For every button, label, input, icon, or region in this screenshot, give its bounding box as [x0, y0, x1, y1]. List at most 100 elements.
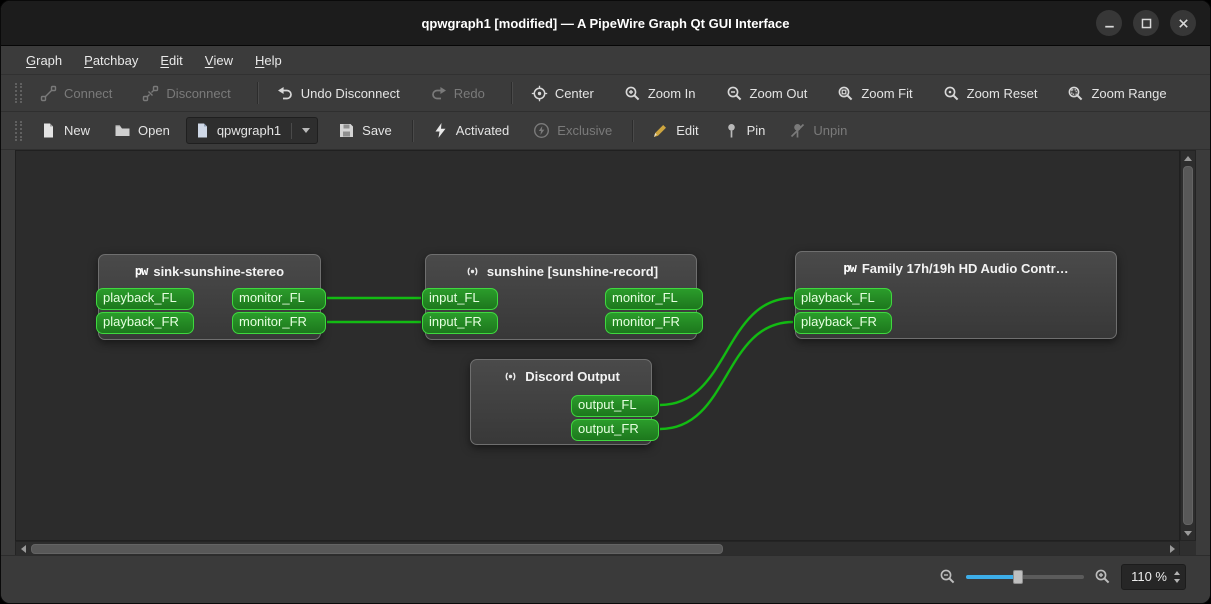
- new-button[interactable]: New: [32, 117, 98, 144]
- loudspeaker-icon: [505, 371, 516, 381]
- scroll-right-arrow[interactable]: [1165, 542, 1179, 556]
- zoom-range-button[interactable]: Zoom Range: [1059, 80, 1174, 107]
- zoom-out-icon: [940, 569, 955, 584]
- zoom-fit-icon: [838, 86, 853, 100]
- redo-icon: [431, 86, 446, 99]
- open-folder-icon: [115, 125, 130, 136]
- zoom-in-icon: [625, 86, 640, 100]
- toolbar-separator: [632, 119, 635, 142]
- vertical-scroll-thumb[interactable]: [1183, 166, 1193, 525]
- session-combo[interactable]: qpwgraph1: [185, 117, 319, 144]
- port-playback-fl[interactable]: playback_FL: [96, 288, 194, 310]
- close-button[interactable]: [1170, 10, 1196, 36]
- menu-graph[interactable]: Graph: [15, 46, 73, 74]
- port-monitor-fl[interactable]: monitor_FL: [605, 288, 703, 310]
- node-header: sunshine [sunshine-record]: [426, 255, 696, 287]
- graph-toolbar: Connect Disconnect Undo Disconnect Redo …: [1, 75, 1210, 112]
- port-output-fl[interactable]: output_FL: [571, 395, 659, 417]
- titlebar[interactable]: qpwgraph1 [modified] — A PipeWire Graph …: [1, 1, 1210, 46]
- redo-button[interactable]: Redo: [422, 80, 493, 107]
- connect-button[interactable]: Connect: [32, 80, 120, 107]
- window-title: qpwgraph1 [modified] — A PipeWire Graph …: [421, 15, 790, 31]
- node-family-hd-audio[interactable]: pw Family 17h/19h HD Audio Contr… playba…: [794, 251, 1117, 339]
- open-button[interactable]: Open: [106, 117, 178, 144]
- zoom-slider[interactable]: [966, 569, 1085, 585]
- pin-button[interactable]: Pin: [715, 117, 774, 144]
- zoom-spinbox[interactable]: 110 %: [1121, 563, 1186, 590]
- zoom-reset-icon: [944, 86, 958, 100]
- menu-help[interactable]: Help: [244, 46, 293, 74]
- port-input-fr[interactable]: input_FR: [422, 312, 498, 334]
- port-monitor-fr[interactable]: monitor_FR: [605, 312, 703, 334]
- undo-icon: [277, 86, 292, 99]
- menu-patchbay[interactable]: Patchbay: [73, 46, 149, 74]
- session-combo-value: qpwgraph1: [216, 123, 282, 138]
- toolbar-separator: [256, 82, 259, 104]
- node-discord-output[interactable]: Discord Output output_FL output_FR: [470, 359, 659, 445]
- slider-handle[interactable]: [1013, 569, 1024, 584]
- port-playback-fr[interactable]: playback_FR: [96, 312, 194, 334]
- disconnect-button[interactable]: Disconnect: [134, 80, 238, 107]
- edit-button[interactable]: Edit: [644, 117, 706, 144]
- scroll-up-arrow[interactable]: [1181, 151, 1195, 165]
- activated-button[interactable]: Activated: [424, 117, 517, 144]
- undo-disconnect-button[interactable]: Undo Disconnect: [269, 80, 408, 107]
- port-playback-fr[interactable]: playback_FR: [794, 312, 892, 334]
- port-input-fl[interactable]: input_FL: [422, 288, 498, 310]
- graph-canvas[interactable]: pw sink-sunshine-stereo playback_FL play…: [15, 150, 1180, 541]
- maximize-button[interactable]: [1133, 10, 1159, 36]
- node-title: Family 17h/19h HD Audio Contr…: [861, 260, 1069, 276]
- node-header: Discord Output: [471, 360, 651, 392]
- circled-lightning-icon: [534, 122, 550, 139]
- close-icon: [1178, 18, 1188, 28]
- zoom-value: 110 %: [1131, 569, 1167, 584]
- pipewire-icon: pw: [843, 261, 856, 275]
- minimize-button[interactable]: [1096, 10, 1122, 36]
- unpin-icon: [791, 123, 805, 138]
- node-sink-sunshine-stereo[interactable]: pw sink-sunshine-stereo playback_FL play…: [96, 254, 326, 340]
- zoom-range-icon: [1069, 86, 1083, 100]
- statusbar: 110 %: [1, 555, 1210, 603]
- zoom-out-button[interactable]: Zoom Out: [718, 80, 816, 107]
- toolbar-separator: [411, 119, 414, 142]
- exclusive-button[interactable]: Exclusive: [525, 117, 620, 144]
- loudspeaker-icon: [467, 266, 478, 276]
- port-output-fr[interactable]: output_FR: [571, 419, 659, 441]
- spin-up-arrow[interactable]: [1174, 570, 1180, 575]
- port-monitor-fl[interactable]: monitor_FL: [232, 288, 326, 310]
- toolbar-handle[interactable]: [15, 120, 22, 141]
- node-sunshine-record[interactable]: sunshine [sunshine-record] input_FL inpu…: [422, 254, 703, 340]
- node-title: sunshine [sunshine-record]: [486, 263, 659, 279]
- menubar: Graph Patchbay Edit View Help: [1, 46, 1210, 75]
- lightning-icon: [435, 123, 446, 138]
- minimize-icon: [1104, 25, 1114, 28]
- menu-view[interactable]: View: [194, 46, 244, 74]
- menu-edit[interactable]: Edit: [149, 46, 193, 74]
- connect-icon: [40, 85, 57, 101]
- port-monitor-fr[interactable]: monitor_FR: [232, 312, 326, 334]
- node-title: sink-sunshine-stereo: [153, 263, 285, 279]
- horizontal-scroll-thumb[interactable]: [31, 544, 723, 554]
- scroll-down-arrow[interactable]: [1181, 526, 1195, 540]
- node-header: pw sink-sunshine-stereo: [99, 255, 320, 287]
- spin-down-arrow[interactable]: [1174, 578, 1180, 583]
- zoom-in-button[interactable]: Zoom In: [616, 80, 704, 107]
- vertical-scrollbar[interactable]: [1180, 150, 1196, 541]
- window-controls: [1096, 1, 1196, 45]
- session-file-icon: [197, 123, 207, 138]
- toolbar-handle[interactable]: [15, 83, 22, 103]
- new-file-icon: [44, 123, 53, 138]
- save-button[interactable]: Save: [330, 117, 400, 144]
- app-window: qpwgraph1 [modified] — A PipeWire Graph …: [0, 0, 1211, 604]
- combo-divider: [291, 122, 293, 139]
- unpin-button[interactable]: Unpin: [781, 117, 855, 144]
- zoom-fit-button[interactable]: Zoom Fit: [829, 80, 920, 107]
- connections-layer: [326, 296, 794, 431]
- center-button[interactable]: Center: [523, 80, 602, 107]
- spin-arrows: [1174, 570, 1180, 583]
- pencil-icon: [654, 125, 667, 137]
- zoom-reset-button[interactable]: Zoom Reset: [935, 80, 1046, 107]
- scroll-left-arrow[interactable]: [16, 542, 30, 556]
- port-playback-fl[interactable]: playback_FL: [794, 288, 892, 310]
- toolbar-separator: [510, 82, 513, 104]
